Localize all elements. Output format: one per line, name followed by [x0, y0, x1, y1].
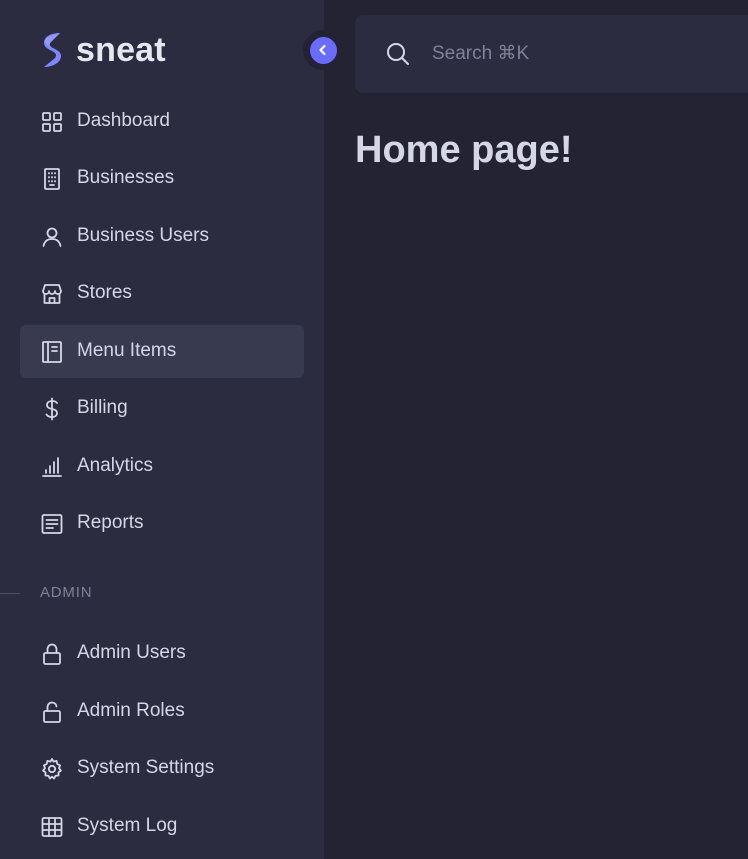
- sneat-logo-icon: [44, 33, 61, 67]
- collapse-sidebar-button[interactable]: [303, 30, 343, 70]
- bar-chart-icon: [40, 455, 64, 479]
- sidebar-item-label: Stores: [77, 282, 132, 303]
- sidebar-item-business-users[interactable]: Business Users: [20, 210, 304, 263]
- search-input[interactable]: [432, 39, 732, 69]
- user-icon: [40, 225, 64, 249]
- sidebar-item-admin-roles[interactable]: Admin Roles: [20, 685, 304, 738]
- sidebar-item-businesses[interactable]: Businesses: [20, 152, 304, 205]
- sidebar-item-system-log[interactable]: System Log: [20, 800, 304, 853]
- brand[interactable]: sneat: [38, 30, 166, 70]
- page-title: Home page!: [355, 129, 573, 171]
- sidebar-item-label: Admin Roles: [77, 700, 185, 721]
- report-icon: [40, 512, 64, 536]
- sidebar-item-label: Analytics: [77, 455, 154, 476]
- sidebar-item-dashboard[interactable]: Dashboard: [20, 95, 304, 148]
- sidebar-item-label: System Log: [77, 815, 178, 836]
- sidebar-item-system-settings[interactable]: System Settings: [20, 742, 304, 795]
- building-icon: [40, 167, 64, 191]
- store-icon: [40, 282, 64, 306]
- sidebar-item-label: Menu Items: [77, 340, 177, 361]
- app-window: sneat Dashboard Businesses Business User…: [0, 0, 748, 859]
- sidebar-item-menu-items[interactable]: Menu Items: [20, 325, 304, 378]
- sidebar-item-stores[interactable]: Stores: [20, 267, 304, 320]
- brand-name: sneat: [76, 31, 166, 69]
- gear-icon: [40, 757, 64, 781]
- search-icon[interactable]: [385, 41, 411, 67]
- sidebar-item-label: Business Users: [77, 225, 209, 246]
- sidebar-item-label: Reports: [77, 512, 144, 533]
- sidebar-item-admin-users[interactable]: Admin Users: [20, 627, 304, 680]
- table-icon: [40, 815, 64, 839]
- sidebar-item-reports[interactable]: Reports: [20, 497, 304, 550]
- sidebar-item-label: Dashboard: [77, 110, 170, 131]
- sidebar-item-analytics[interactable]: Analytics: [20, 440, 304, 493]
- notebook-icon: [40, 340, 64, 364]
- dollar-icon: [40, 397, 64, 421]
- sidebar-item-label: Billing: [77, 397, 128, 418]
- lock-open-icon: [40, 700, 64, 724]
- section-header-admin: ADMIN: [40, 584, 93, 601]
- chevron-left-icon: [319, 44, 326, 56]
- sidebar-item-label: Businesses: [77, 167, 175, 188]
- section-divider: [0, 593, 20, 594]
- sidebar-item-label: System Settings: [77, 757, 215, 778]
- dashboard-grid-icon: [40, 110, 64, 134]
- sidebar-item-label: Admin Users: [77, 642, 186, 663]
- sidebar-item-billing[interactable]: Billing: [20, 382, 304, 435]
- lock-icon: [40, 642, 64, 666]
- sidebar: sneat Dashboard Businesses Business User…: [0, 0, 324, 859]
- search-bar: [355, 15, 748, 93]
